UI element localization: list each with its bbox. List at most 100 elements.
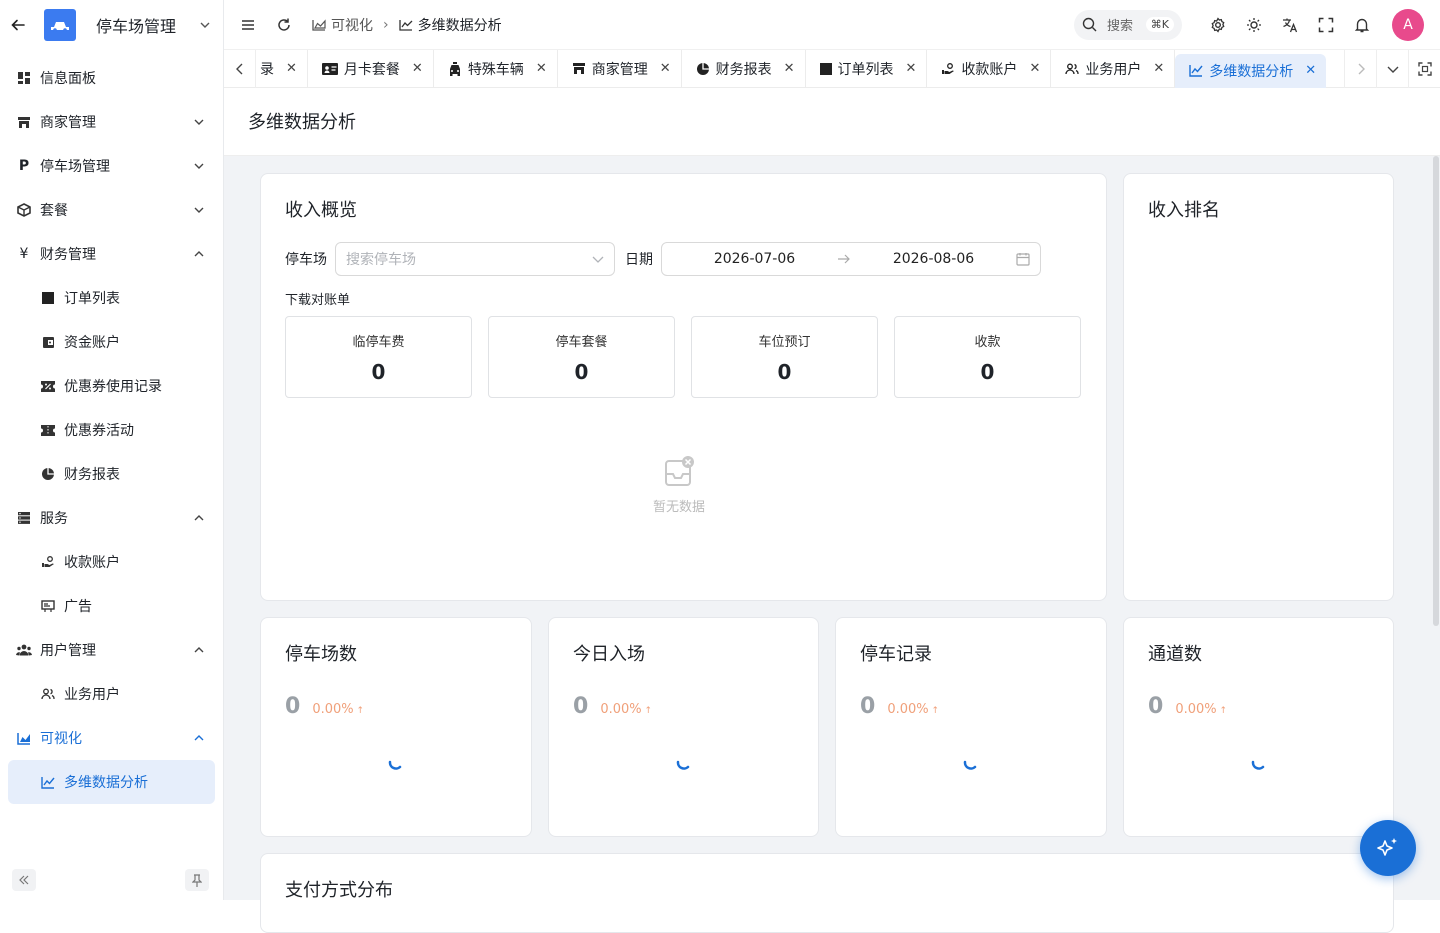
sidebar-item-package[interactable]: 套餐 [0, 188, 223, 232]
tab-business-users[interactable]: 业务用户 ✕ [1051, 50, 1175, 88]
close-icon[interactable]: ✕ [660, 61, 671, 76]
sidebar-item-receiving-account[interactable]: 收款账户 [0, 540, 223, 584]
sidebar-item-coupon-activity[interactable]: 优惠券活动 [0, 408, 223, 452]
fullscreen-icon[interactable] [1318, 17, 1334, 33]
close-icon[interactable]: ✕ [906, 61, 917, 76]
avatar[interactable]: A [1392, 9, 1424, 41]
tab-merchant[interactable]: 商家管理✕ [558, 50, 682, 88]
stat-value: 0 [286, 360, 471, 384]
stat-parking-package: 停车套餐 0 [488, 316, 675, 398]
income-ranking-card: 收入排名 [1123, 173, 1394, 601]
sidebar-item-service[interactable]: 服务 [0, 496, 223, 540]
close-icon[interactable]: ✕ [1029, 61, 1040, 76]
close-icon[interactable]: ✕ [1305, 63, 1316, 78]
settings-icon[interactable] [1210, 17, 1226, 33]
sidebar-item-ads[interactable]: 广告 [0, 584, 223, 628]
tab-receiving-account[interactable]: 收款账户✕ [927, 50, 1051, 88]
taxi-icon [448, 62, 462, 76]
refresh-icon[interactable] [276, 17, 292, 33]
arrow-right-icon [837, 254, 851, 264]
yen-icon: ¥ [16, 246, 32, 262]
translate-icon[interactable] [1282, 17, 1298, 33]
main-scrollbar[interactable] [1432, 156, 1440, 626]
sun-icon[interactable] [1246, 17, 1262, 33]
parking-lot-select[interactable]: 搜索停车场 [335, 242, 615, 276]
sidebar-item-user-management[interactable]: 用户管理 [0, 628, 223, 672]
breadcrumb-separator: › [383, 17, 389, 33]
chevron-down-icon[interactable] [199, 19, 211, 31]
scrollbar-thumb[interactable] [1433, 156, 1439, 626]
download-statement-link[interactable]: 下载对账单 [285, 289, 350, 308]
sidebar-item-coupon-records[interactable]: 优惠券使用记录 [0, 364, 223, 408]
breadcrumb: 可视化 › 多维数据分析 [312, 15, 502, 35]
tab-special-vehicles[interactable]: 特殊车辆✕ [434, 50, 558, 88]
stat-space-reservation: 车位预订 0 [691, 316, 878, 398]
menu-icon[interactable] [240, 17, 256, 33]
sidebar-menu: 信息面板 商家管理 P 停车场管理 套餐 ¥ 财务管理 订单列表 资金账 [0, 50, 223, 804]
store-icon [16, 114, 32, 130]
sidebar-item-business-users[interactable]: 业务用户 [0, 672, 223, 716]
pie-chart-icon [696, 62, 710, 76]
tab-finance-report[interactable]: 财务报表✕ [682, 50, 806, 88]
chevron-up-icon [193, 644, 205, 656]
sidebar-item-fund-account[interactable]: 资金账户 [0, 320, 223, 364]
calendar-icon [1016, 252, 1030, 266]
sidebar-item-label: 停车场管理 [40, 156, 193, 176]
date-start[interactable]: 2026-07-06 [672, 251, 837, 267]
tab-scroll-left-button[interactable] [224, 50, 256, 88]
close-icon[interactable]: ✕ [1153, 61, 1164, 76]
income-filters: 停车场 搜索停车场 日期 2026-07-06 2026-08-06 [285, 242, 1041, 276]
tab-scroll-right-button[interactable] [1344, 50, 1376, 88]
tab-label: 多维数据分析 [1209, 61, 1293, 81]
sidebar-item-parking[interactable]: P 停车场管理 [0, 144, 223, 188]
dashboard-icon [16, 70, 32, 86]
pie-chart-icon [40, 466, 56, 482]
sidebar-item-finance[interactable]: ¥ 财务管理 [0, 232, 223, 276]
sidebar-item-label: 财务管理 [40, 244, 193, 264]
tab-multi-analysis[interactable]: 多维数据分析 ✕ [1175, 54, 1326, 88]
cube-icon [16, 202, 32, 218]
kpi-value: 0 [285, 694, 300, 719]
sidebar-item-visualization[interactable]: 可视化 [0, 716, 223, 760]
tab-records[interactable]: 录✕ [256, 50, 308, 88]
pin-sidebar-button[interactable] [185, 869, 209, 891]
close-icon[interactable]: ✕ [412, 61, 423, 76]
sidebar-item-finance-report[interactable]: 财务报表 [0, 452, 223, 496]
back-arrow-icon[interactable] [10, 17, 26, 33]
tab-dropdown-button[interactable] [1376, 50, 1408, 88]
date-end[interactable]: 2026-08-06 [851, 251, 1016, 267]
breadcrumb-parent[interactable]: 可视化 [312, 15, 373, 35]
sidebar-item-label: 可视化 [40, 728, 193, 748]
server-icon [16, 510, 32, 526]
bell-icon[interactable] [1354, 17, 1370, 33]
tab-bar: 录✕ 月卡套餐✕ 特殊车辆✕ 商家管理✕ 财务报表✕ 订单列表✕ 收款账户✕ [224, 50, 1440, 88]
ai-assistant-button[interactable] [1360, 820, 1416, 876]
close-icon[interactable]: ✕ [784, 61, 795, 76]
kpi-value: 0 [860, 694, 875, 719]
date-range-picker[interactable]: 2026-07-06 2026-08-06 [661, 242, 1041, 276]
kpi-change: 0.00% ↑ [1175, 702, 1227, 717]
collapse-sidebar-button[interactable] [12, 869, 36, 891]
sidebar-item-multi-analysis[interactable]: 多维数据分析 [8, 760, 215, 804]
income-stats: 临停车费 0 停车套餐 0 车位预订 0 收款 0 [285, 316, 1081, 398]
kpi-value-row: 00.00% ↑ [1148, 694, 1227, 719]
sidebar-item-merchant[interactable]: 商家管理 [0, 100, 223, 144]
sidebar-item-label: 资金账户 [64, 332, 205, 352]
chevron-down-icon [193, 116, 205, 128]
sidebar-item-label: 商家管理 [40, 112, 193, 132]
search-button[interactable]: 搜索 ⌘K [1074, 10, 1182, 40]
close-icon[interactable]: ✕ [286, 61, 297, 76]
breadcrumb-parent-label: 可视化 [331, 15, 373, 35]
tab-monthly-card[interactable]: 月卡套餐✕ [308, 50, 434, 88]
sidebar-item-dashboard[interactable]: 信息面板 [0, 56, 223, 100]
stat-value: 0 [489, 360, 674, 384]
billboard-icon [40, 598, 56, 614]
close-icon[interactable]: ✕ [536, 61, 547, 76]
loading-spinner-icon [388, 756, 404, 772]
tab-orders[interactable]: 订单列表✕ [806, 50, 928, 88]
sidebar-item-orders[interactable]: 订单列表 [0, 276, 223, 320]
tab-label: 业务用户 [1085, 59, 1141, 79]
payment-distribution-card: 支付方式分布 [260, 853, 1394, 933]
tab-maximize-button[interactable] [1408, 50, 1440, 88]
header-actions: 搜索 ⌘K A [1074, 9, 1424, 41]
